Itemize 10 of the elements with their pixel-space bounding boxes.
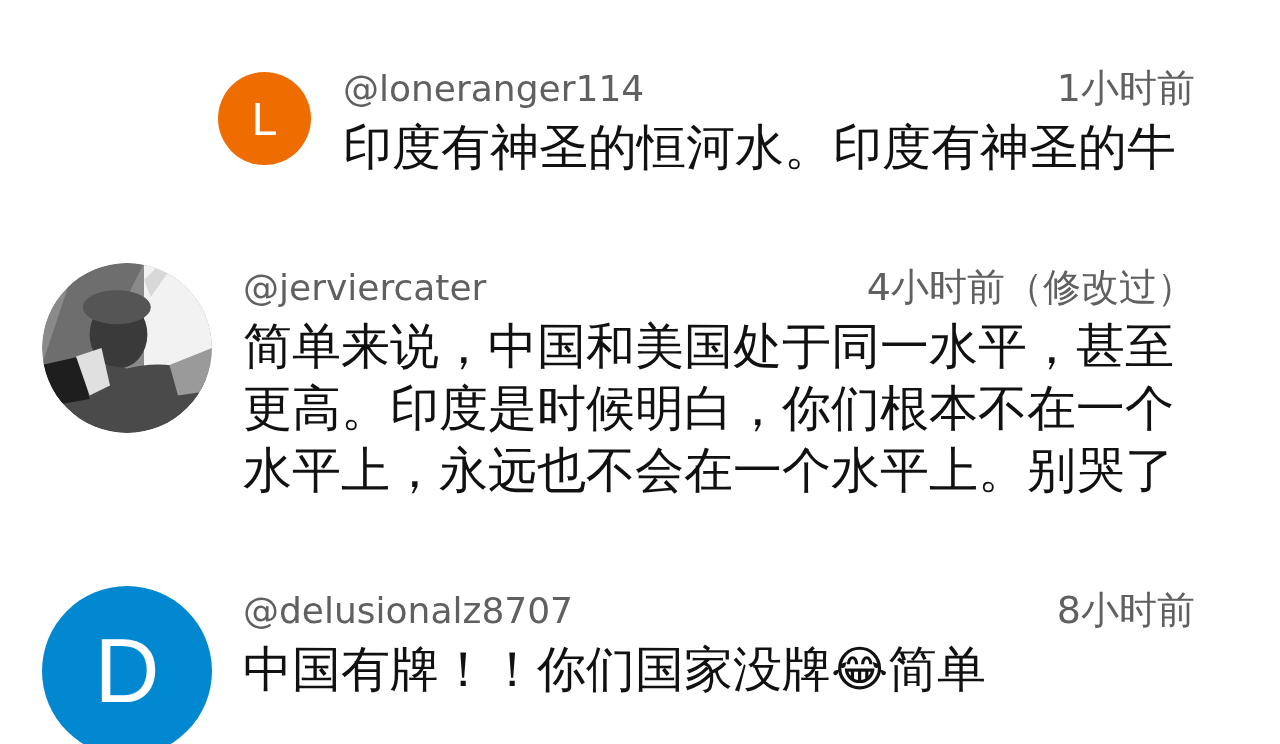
username[interactable]: @loneranger114 — [343, 65, 645, 113]
timestamp: 1小时前 — [1056, 65, 1195, 112]
comment-text: 中国有牌！！你们国家没牌😂简单 — [243, 640, 988, 700]
username[interactable]: @delusionalz8707 — [243, 587, 573, 635]
username[interactable]: @jerviercater — [243, 264, 487, 312]
avatar[interactable]: D — [42, 586, 212, 744]
comment-text: 简单来说，中国和美国处于同一水平，甚至更高。印度是时候明白，你们根本不在一个水平上，永远也不会在一个水平上。别哭了 — [243, 317, 1175, 501]
comment-text: 印度有神圣的恒河水。印度有神圣的牛 — [343, 118, 1177, 178]
timestamp: 4小时前（修改过） — [866, 264, 1195, 311]
timestamp: 8小时前 — [1056, 587, 1195, 634]
